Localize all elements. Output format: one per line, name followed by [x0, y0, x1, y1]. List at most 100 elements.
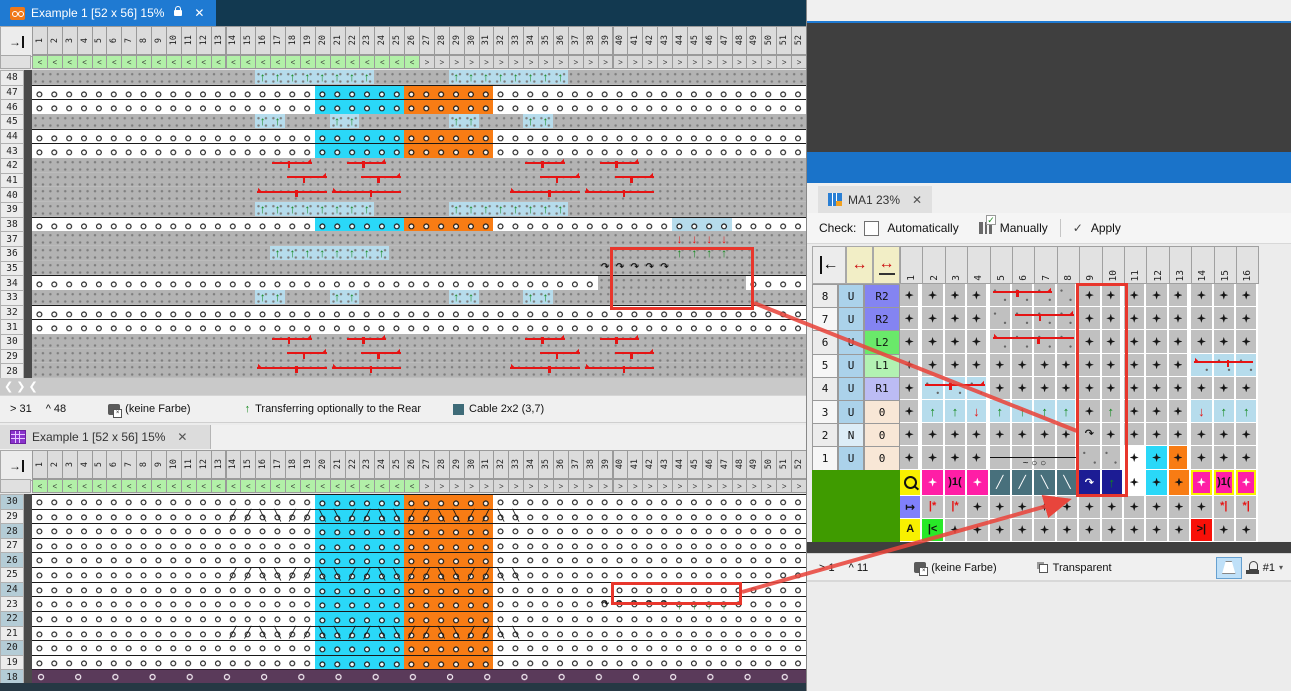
chart-row[interactable]: ↷↷↷↷↷↑↑↑↑	[32, 596, 806, 611]
technique-cell[interactable]: >|	[1191, 519, 1213, 542]
column-header[interactable]: 32	[493, 450, 509, 479]
knit-direction-cell[interactable]: <	[136, 55, 152, 69]
column-header[interactable]: 2	[47, 450, 63, 479]
row-header[interactable]: 42	[0, 158, 24, 174]
grid-cell[interactable]	[900, 354, 922, 377]
column-header[interactable]: 4	[77, 26, 93, 55]
column-header[interactable]: 37	[568, 26, 584, 55]
grid-cell[interactable]	[1146, 307, 1168, 330]
chart-row[interactable]	[32, 363, 806, 378]
column-header[interactable]: 5	[92, 450, 108, 479]
column-header[interactable]: 1	[32, 26, 48, 55]
technique-cell[interactable]	[1012, 519, 1034, 542]
column-header[interactable]: 11	[1124, 246, 1147, 284]
grid-cell[interactable]	[1012, 423, 1034, 446]
grid-cell[interactable]	[1214, 307, 1236, 330]
grid-cell[interactable]	[900, 330, 922, 353]
grid-cell[interactable]	[1057, 377, 1079, 400]
grid-cell[interactable]	[900, 423, 922, 446]
grid-cell[interactable]	[1102, 377, 1124, 400]
row-header[interactable]: 31	[0, 319, 24, 335]
column-header[interactable]: 47	[717, 450, 733, 479]
row-header[interactable]: 19	[0, 655, 24, 671]
chart-row[interactable]: ↓↓↓↓	[32, 231, 806, 246]
column-header[interactable]: 16	[255, 450, 271, 479]
knit-direction-cell[interactable]: <	[300, 55, 316, 69]
technique-cell[interactable]: *|	[1214, 496, 1236, 519]
grid-cell[interactable]	[1034, 377, 1056, 400]
chart-row[interactable]	[32, 523, 806, 538]
technique-cell[interactable]	[967, 519, 989, 542]
row-header[interactable]: 43	[0, 143, 24, 159]
chart-row[interactable]: ↑↑↑↑↑↑↑↑↑↑↑↑	[32, 246, 806, 261]
knit-direction-cell[interactable]: >	[687, 55, 703, 69]
column-header[interactable]: 48	[732, 450, 748, 479]
column-header[interactable]: 41	[627, 450, 643, 479]
technique-cell[interactable]: )1(	[945, 470, 967, 496]
grid-cell[interactable]	[1146, 330, 1168, 353]
knit-direction-cell[interactable]: >	[687, 479, 703, 493]
row-number[interactable]: 1	[812, 446, 838, 470]
chart-row[interactable]: ╱╱╲╲╱╱╲╲╱╱╲╲╱╱╲╲╱╱╲╲	[32, 509, 806, 524]
column-header[interactable]: 21	[330, 450, 346, 479]
knit-direction-cell[interactable]: <	[77, 479, 93, 493]
knit-direction-cell[interactable]: <	[374, 55, 390, 69]
row-header[interactable]: 38	[0, 217, 24, 233]
knit-direction-cell[interactable]: >	[642, 479, 658, 493]
knit-direction-cell[interactable]: <	[389, 479, 405, 493]
knit-direction-cell[interactable]: <	[255, 55, 271, 69]
technique-cell[interactable]: |<	[922, 519, 944, 542]
row-header[interactable]: 46	[0, 99, 24, 115]
knit-direction-cell[interactable]: <	[359, 479, 375, 493]
technique-cell[interactable]	[1146, 519, 1168, 542]
technique-cell[interactable]: ╲	[1034, 470, 1056, 496]
grid-cell[interactable]	[1191, 446, 1213, 469]
technique-cell[interactable]	[967, 496, 989, 519]
grid-cell[interactable]	[1191, 377, 1213, 400]
grid-cell[interactable]: ↑	[1057, 400, 1079, 423]
technique-cell[interactable]: ↷	[1079, 470, 1101, 496]
grid-cell[interactable]	[1124, 330, 1146, 353]
technique-cell[interactable]	[1169, 470, 1191, 496]
chart-row[interactable]	[32, 173, 806, 188]
grid-cell[interactable]	[1079, 377, 1101, 400]
automatically-label[interactable]: Automatically	[887, 221, 958, 235]
grid-cell[interactable]	[967, 307, 989, 330]
knit-direction-cell[interactable]: <	[121, 55, 137, 69]
column-header[interactable]: 50	[761, 26, 777, 55]
knit-direction-cell[interactable]: <	[240, 55, 256, 69]
column-header[interactable]: 7	[121, 450, 137, 479]
close-icon[interactable]: ✕	[912, 194, 922, 206]
column-header[interactable]: 38	[583, 26, 599, 55]
grid-cell[interactable]	[1169, 284, 1191, 307]
grid-cell[interactable]	[1124, 354, 1146, 377]
chart-row[interactable]	[32, 305, 806, 320]
knit-direction-cell[interactable]: >	[419, 55, 435, 69]
column-header[interactable]: 25	[389, 26, 405, 55]
grid-cell[interactable]	[945, 423, 967, 446]
knit-direction-cell[interactable]: <	[255, 479, 271, 493]
knit-direction-cell[interactable]: <	[226, 55, 242, 69]
grid-cell[interactable]	[1012, 354, 1034, 377]
grid-cell[interactable]	[1169, 330, 1191, 353]
knit-direction-cell[interactable]: <	[285, 479, 301, 493]
manually-label[interactable]: Manually	[1000, 221, 1048, 235]
column-header[interactable]: 2	[47, 26, 63, 55]
grid-cell[interactable]	[1236, 423, 1258, 446]
grid-cell[interactable]	[1236, 377, 1258, 400]
grid-cell[interactable]	[1236, 284, 1258, 307]
row-header[interactable]: 48	[0, 70, 24, 86]
column-header[interactable]: 20	[315, 26, 331, 55]
column-header[interactable]: 22	[345, 26, 361, 55]
grid-cell[interactable]	[1214, 284, 1236, 307]
column-header[interactable]: 39	[598, 450, 614, 479]
knit-direction-cell[interactable]: >	[598, 55, 614, 69]
row-header[interactable]: 41	[0, 173, 24, 189]
column-header[interactable]: 17	[270, 450, 286, 479]
column-header[interactable]: 23	[359, 450, 375, 479]
row-header[interactable]: 34	[0, 275, 24, 291]
row-header[interactable]: 24	[0, 582, 24, 598]
chart-row[interactable]	[32, 640, 806, 655]
knit-direction-cell[interactable]: >	[717, 479, 733, 493]
dropdown-arrow-icon[interactable]: ▾	[1279, 563, 1283, 572]
